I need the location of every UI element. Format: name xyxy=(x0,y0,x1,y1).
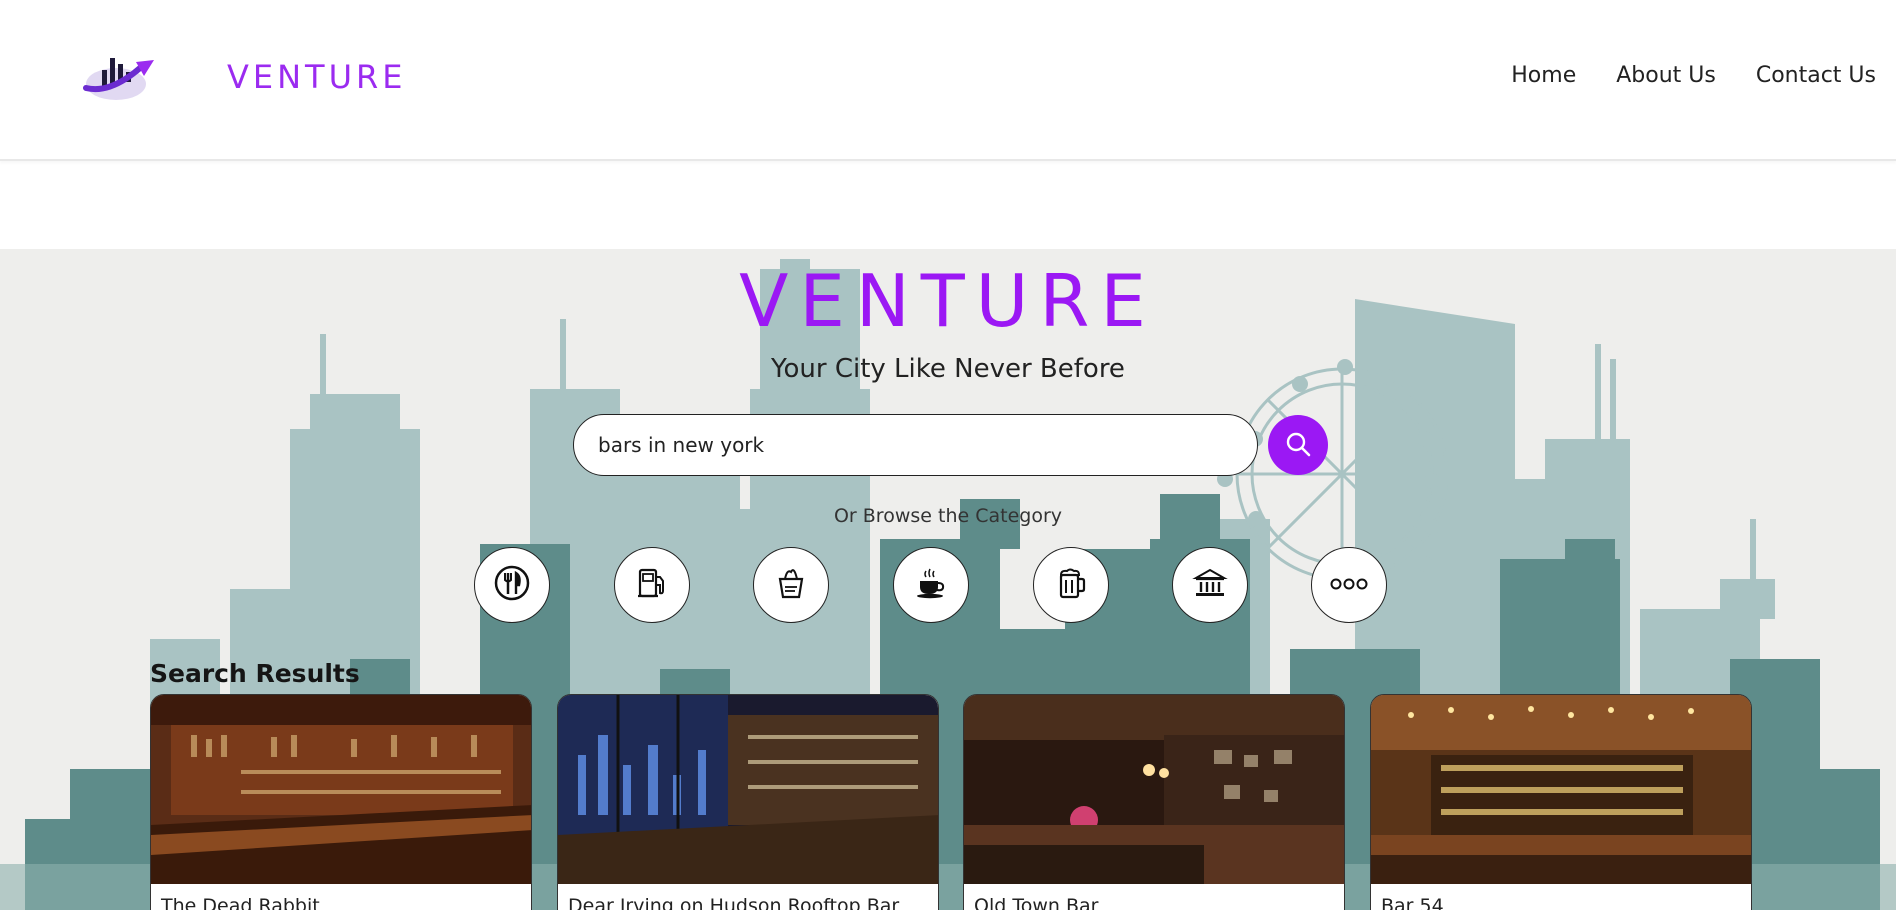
bar-icon xyxy=(1053,565,1089,605)
result-card-image[interactable] xyxy=(151,695,531,884)
restaurant-icon xyxy=(494,565,530,605)
main-nav: Home About Us Contact Us xyxy=(1511,63,1876,88)
category-bar-button[interactable] xyxy=(1033,547,1109,623)
logo-icon[interactable] xyxy=(80,48,158,110)
museum-icon xyxy=(1192,565,1228,605)
search-icon xyxy=(1284,430,1312,461)
result-card[interactable]: Bar 54 xyxy=(1370,694,1752,910)
search-input[interactable] xyxy=(573,414,1258,476)
cafe-icon xyxy=(913,565,949,605)
result-card[interactable]: Dear Irving on Hudson Rooftop Bar xyxy=(557,694,939,910)
hero-title: VENTURE xyxy=(739,259,1157,343)
grocery-icon xyxy=(773,565,809,605)
category-cafe-button[interactable] xyxy=(893,547,969,623)
search-results-heading: Search Results xyxy=(150,659,360,688)
result-card-image[interactable] xyxy=(964,695,1344,884)
category-restaurant-button[interactable] xyxy=(474,547,550,623)
result-card-image[interactable] xyxy=(1371,695,1751,884)
category-gas-station-button[interactable] xyxy=(614,547,690,623)
nav-about-link[interactable]: About Us xyxy=(1616,63,1716,88)
result-card-image[interactable] xyxy=(558,695,938,884)
result-card[interactable]: The Dead Rabbit xyxy=(150,694,532,910)
result-card-title[interactable]: Old Town Bar xyxy=(974,895,1098,910)
brand-name[interactable]: VENTURE xyxy=(227,58,406,96)
result-card-title[interactable]: Dear Irving on Hudson Rooftop Bar xyxy=(568,895,899,910)
browse-category-label: Or Browse the Category xyxy=(833,505,1063,527)
hero-section: VENTURE Your City Like Never Before Or B… xyxy=(0,249,1896,910)
category-grocery-button[interactable] xyxy=(753,547,829,623)
search-button[interactable] xyxy=(1268,415,1328,475)
hero-tagline: Your City Like Never Before xyxy=(771,354,1125,384)
more-icon xyxy=(1329,576,1369,595)
site-header: VENTURE Home About Us Contact Us xyxy=(0,0,1896,161)
result-card[interactable]: Old Town Bar xyxy=(963,694,1345,910)
result-card-title[interactable]: Bar 54 xyxy=(1381,895,1444,910)
nav-home-link[interactable]: Home xyxy=(1511,63,1576,88)
gas-station-icon xyxy=(634,565,670,605)
category-more-button[interactable] xyxy=(1311,547,1387,623)
result-card-title[interactable]: The Dead Rabbit xyxy=(161,895,320,910)
nav-contact-link[interactable]: Contact Us xyxy=(1756,63,1876,88)
category-museum-button[interactable] xyxy=(1172,547,1248,623)
